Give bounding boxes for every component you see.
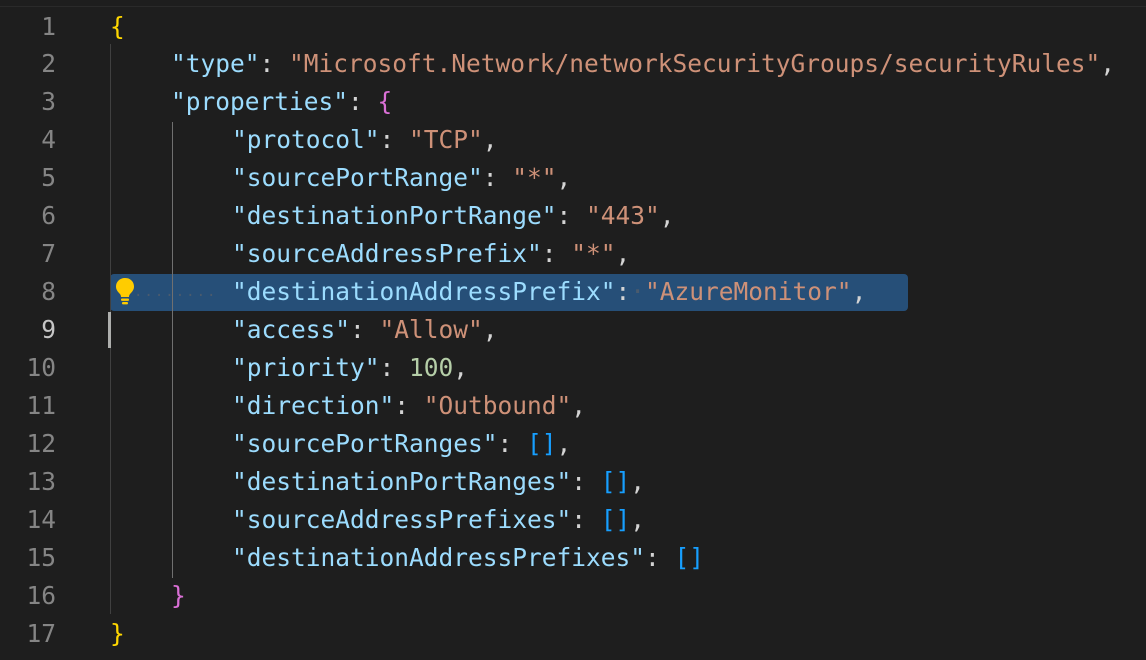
- code-line-7[interactable]: 7 "sourceAddressPrefix": "*",: [0, 235, 1146, 273]
- json-key: "access": [232, 315, 351, 344]
- line-number: 17: [26, 619, 56, 648]
- json-key: "sourcePortRange": [232, 163, 483, 192]
- colon: :: [348, 87, 378, 116]
- comma: ,: [453, 353, 469, 382]
- colon: :: [645, 543, 675, 572]
- json-string-value: "443": [586, 201, 660, 230]
- empty-array: []: [600, 505, 631, 534]
- close-brace: }: [171, 581, 186, 610]
- line-number: 9: [41, 315, 56, 344]
- line-number: 13: [26, 467, 56, 496]
- json-key: "sourceAddressPrefix": [232, 239, 542, 268]
- json-number-value: 100: [409, 353, 454, 382]
- open-brace: {: [377, 87, 393, 116]
- code-line-10[interactable]: 10 "priority": 100,: [0, 349, 1146, 387]
- comma: ,: [851, 277, 867, 306]
- code-line-12[interactable]: 12 "sourcePortRanges": [],: [0, 425, 1146, 463]
- line-number: 4: [41, 125, 56, 154]
- comma: ,: [482, 125, 498, 154]
- open-brace: {: [110, 12, 125, 41]
- comma: ,: [630, 467, 646, 496]
- comma: ,: [1100, 49, 1116, 78]
- code-line-3[interactable]: 3 "properties": {: [0, 83, 1146, 121]
- line-number: 12: [26, 429, 56, 458]
- comma: ,: [482, 315, 498, 344]
- code-line-9[interactable]: 9 "access": "Allow",: [0, 311, 1146, 349]
- colon: :: [394, 391, 424, 420]
- colon: :: [379, 353, 410, 382]
- empty-array: []: [674, 543, 705, 572]
- json-string-value: "*": [571, 239, 616, 268]
- json-key: "properties": [171, 87, 349, 116]
- code-line-16[interactable]: 16 }: [0, 577, 1146, 615]
- colon: :: [482, 163, 513, 192]
- json-key: "destinationPortRange": [232, 201, 557, 230]
- colon: :: [615, 277, 631, 306]
- lightbulb-icon[interactable]: [113, 276, 137, 306]
- line-number: 10: [26, 353, 56, 382]
- comma: ,: [556, 429, 572, 458]
- line-number: 6: [41, 201, 56, 230]
- whitespace-dot: ·: [630, 277, 646, 306]
- line-number: 11: [26, 391, 56, 420]
- json-key: "destinationAddressPrefix": [232, 277, 616, 306]
- json-key: "direction": [232, 391, 395, 420]
- line-number: 7: [41, 239, 56, 268]
- colon: :: [379, 125, 410, 154]
- code-line-17[interactable]: 17 }: [0, 615, 1146, 653]
- code-line-14[interactable]: 14 "sourceAddressPrefixes": [],: [0, 501, 1146, 539]
- json-string-value: "Microsoft.Network/networkSecurityGroups…: [289, 49, 1101, 78]
- colon: :: [571, 505, 601, 534]
- json-string-value: "Allow": [379, 315, 483, 344]
- colon: :: [571, 467, 601, 496]
- code-line-2[interactable]: 2 "type": "Microsoft.Network/networkSecu…: [0, 45, 1146, 83]
- empty-array: []: [600, 467, 631, 496]
- comma: ,: [556, 163, 572, 192]
- json-string-value: "Outbound": [423, 391, 572, 420]
- colon: :: [497, 429, 528, 458]
- line-number: 8: [41, 277, 56, 306]
- colon: :: [350, 315, 380, 344]
- code-editor[interactable]: 1 { 2 "type": "Microsoft.Network/network…: [0, 0, 1146, 660]
- colon: :: [556, 201, 587, 230]
- json-key: "type": [171, 49, 260, 78]
- close-brace: }: [110, 619, 125, 648]
- json-key: "destinationPortRanges": [232, 467, 572, 496]
- code-line-6[interactable]: 6 "destinationPortRange": "443",: [0, 197, 1146, 235]
- colon: :: [541, 239, 572, 268]
- comma: ,: [615, 239, 631, 268]
- comma: ,: [571, 391, 587, 420]
- code-line-15[interactable]: 15 "destinationAddressPrefixes": []: [0, 539, 1146, 577]
- line-number: 2: [41, 49, 56, 78]
- code-line-11[interactable]: 11 "direction": "Outbound",: [0, 387, 1146, 425]
- code-line-13[interactable]: 13 "destinationPortRanges": [],: [0, 463, 1146, 501]
- json-string-value: "TCP": [409, 125, 483, 154]
- json-string-value: "*": [512, 163, 557, 192]
- line-number: 5: [41, 163, 56, 192]
- code-line-5[interactable]: 5 "sourcePortRange": "*",: [0, 159, 1146, 197]
- empty-array: []: [527, 429, 557, 458]
- colon: :: [259, 49, 290, 78]
- comma: ,: [630, 505, 646, 534]
- json-key: "protocol": [232, 125, 380, 154]
- comma: ,: [659, 201, 675, 230]
- code-line-1[interactable]: 1 {: [0, 8, 1146, 46]
- line-number: 14: [26, 505, 56, 534]
- whitespace-dots: ········: [134, 288, 218, 304]
- json-key: "sourceAddressPrefixes": [232, 505, 572, 534]
- line-number: 15: [26, 543, 56, 572]
- json-string-value: "AzureMonitor": [645, 277, 852, 306]
- top-clipped-line: [0, 0, 1146, 7]
- line-number: 1: [41, 12, 56, 41]
- json-key: "sourcePortRanges": [232, 429, 498, 458]
- code-line-8[interactable]: 8 ········ "destinationAddressPrefix":·"…: [0, 273, 1146, 311]
- code-line-4[interactable]: 4 "protocol": "TCP",: [0, 121, 1146, 159]
- json-key: "priority": [232, 353, 380, 382]
- line-number: 16: [26, 581, 56, 610]
- line-number: 3: [41, 87, 56, 116]
- json-key: "destinationAddressPrefixes": [232, 543, 646, 572]
